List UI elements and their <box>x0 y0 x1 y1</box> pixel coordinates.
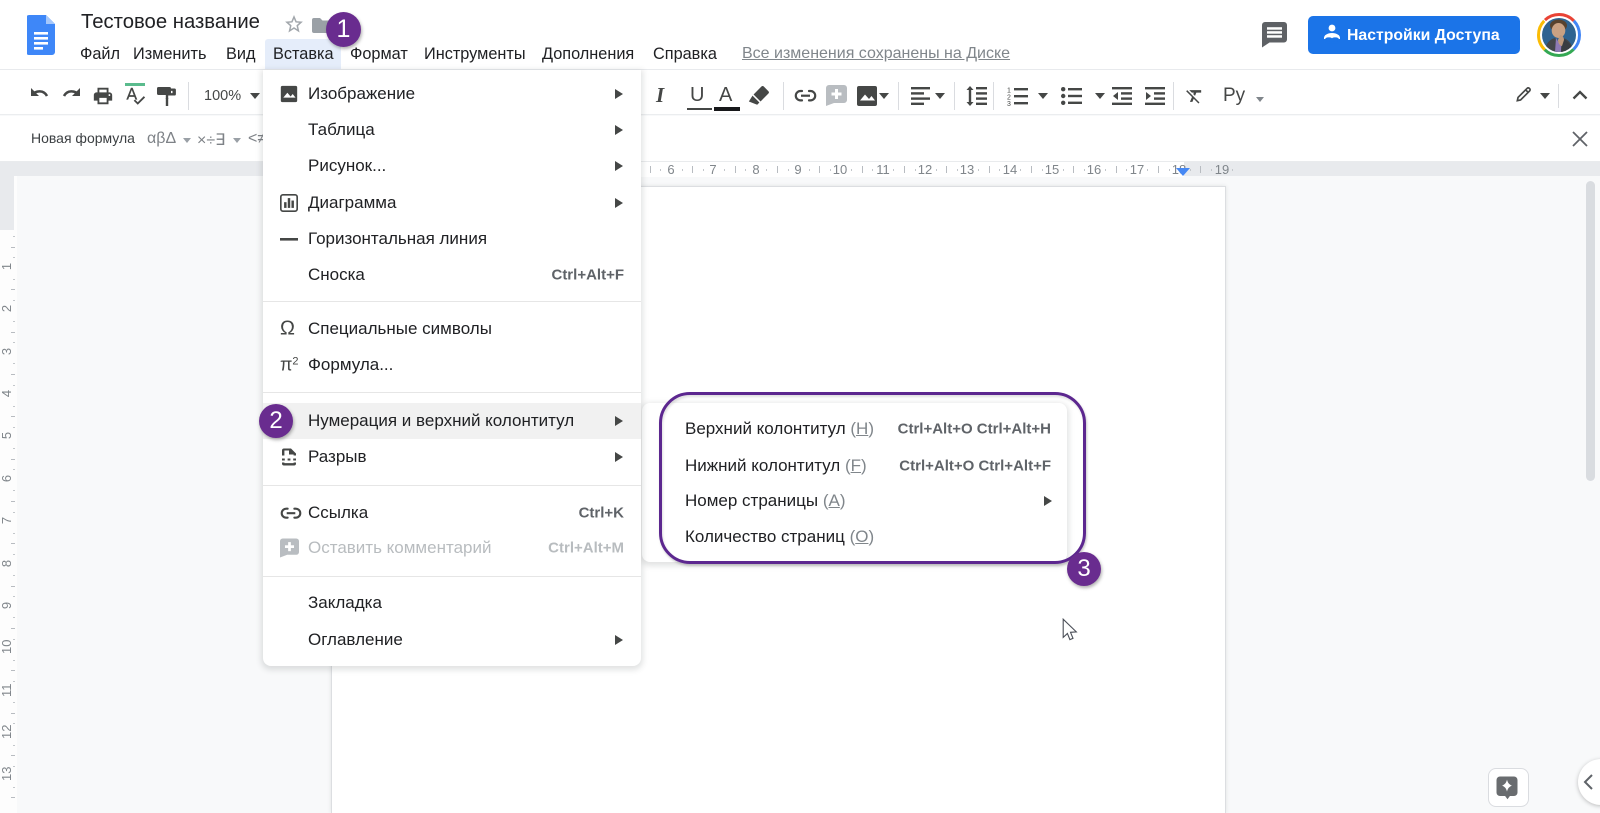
svg-text:1: 1 <box>1007 88 1011 95</box>
svg-text:3: 3 <box>1007 101 1011 106</box>
